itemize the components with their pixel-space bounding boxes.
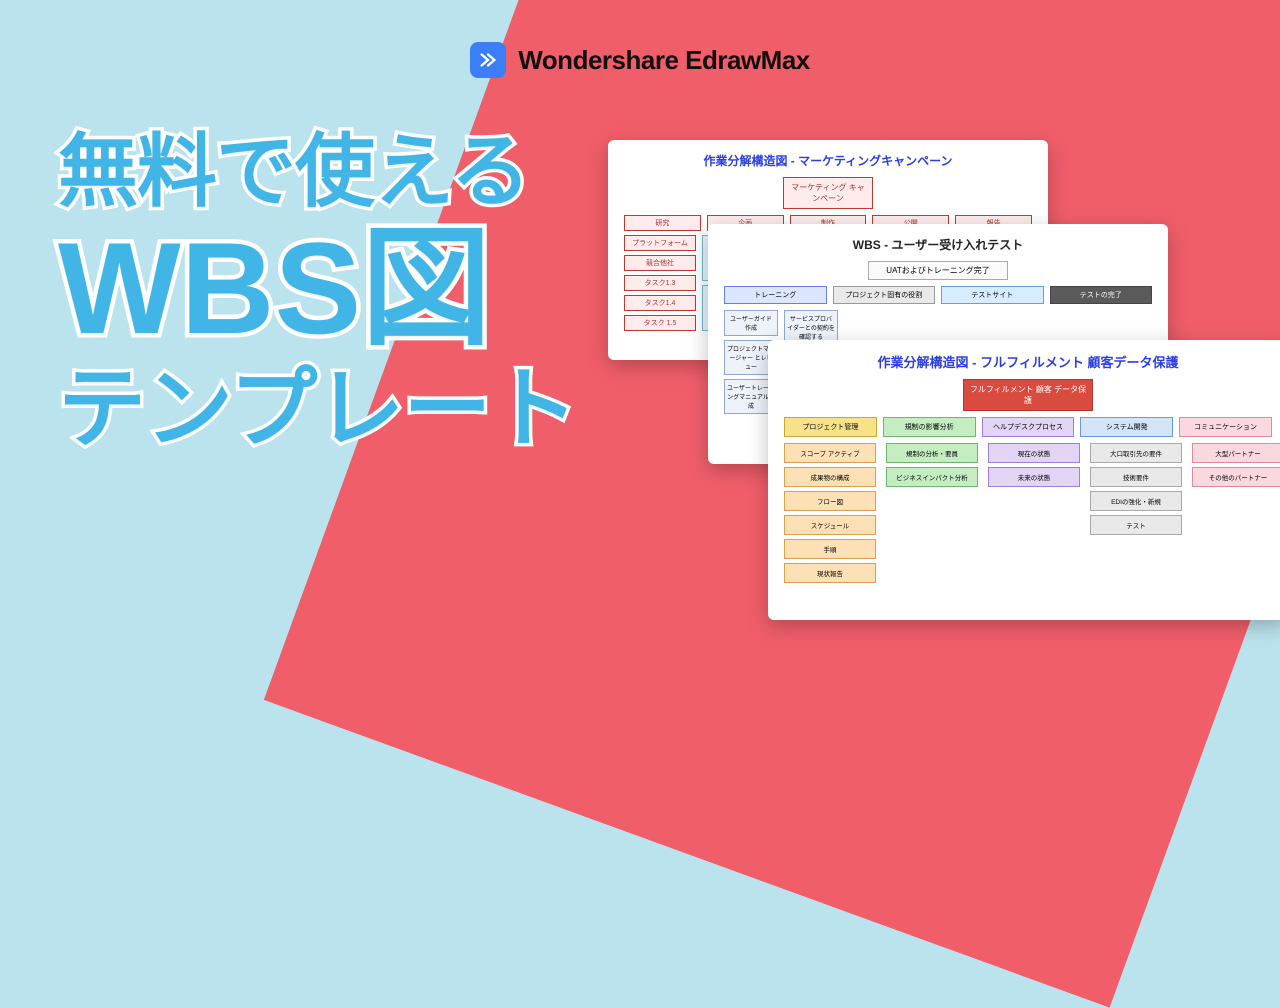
wbs-node: 未来の状態 [988, 467, 1080, 487]
wbs-node: プロジェクト固有の役割 [833, 286, 936, 304]
wbs-node: タスク1.4 [624, 295, 696, 311]
headline-line-1: 無料で使える [58, 130, 577, 214]
wbs-node: 大型パートナー [1192, 443, 1280, 463]
wbs-node: システム開発 [1080, 417, 1173, 437]
template-card-fulfillment: 作業分解構造図 - フルフィルメント 顧客データ保護 フルフィルメント 顧客 デ… [768, 340, 1280, 620]
wbs-node: ヘルプデスクプロセス [982, 417, 1075, 437]
wbs-node: ユーザーガイド 作成 [724, 310, 778, 336]
headline-line-2: WBS図 [58, 220, 577, 357]
wbs-node: スケジュール [784, 515, 876, 535]
headline: 無料で使える WBS図 テンプレート [58, 130, 577, 455]
wbs-node: テストサイト [941, 286, 1044, 304]
wbs-node: 現在の状態 [988, 443, 1080, 463]
wbs-node: タスク 1.5 [624, 315, 696, 331]
headline-line-3: テンプレート [58, 363, 577, 455]
wbs-root: フルフィルメント 顧客 データ保護 [963, 379, 1093, 411]
wbs-node: 手順 [784, 539, 876, 559]
wbs-node: プロジェクト管理 [784, 417, 877, 437]
wbs-node: EDIの強化・新規 [1090, 491, 1182, 511]
wbs-node: フロー図 [784, 491, 876, 511]
wbs-columns: スコープ アクティブ 成果物の構成 フロー図 スケジュール 手順 現状報告 規制… [784, 443, 1272, 583]
wbs-node: 研究 [624, 215, 701, 231]
card-title: 作業分解構造図 - マーケティングキャンペーン [624, 152, 1032, 169]
wbs-node: テスト [1090, 515, 1182, 535]
wbs-node: 規制の分析・要員 [886, 443, 978, 463]
card-title: WBS - ユーザー受け入れテスト [724, 236, 1152, 253]
brand-header: Wondershare EdrawMax [0, 42, 1280, 78]
wbs-node: その他のパートナー [1192, 467, 1280, 487]
wbs-node: 成果物の構成 [784, 467, 876, 487]
brand-logo-icon [470, 42, 506, 78]
wbs-root: マーケティング キャンペーン [783, 177, 873, 209]
wbs-node: トレーニング [724, 286, 827, 304]
wbs-node: コミュニケーション [1179, 417, 1272, 437]
wbs-node: 現状報告 [784, 563, 876, 583]
wbs-node: プラットフォーム [624, 235, 696, 251]
wbs-level1-row: プロジェクト管理 規制の影響分析 ヘルプデスクプロセス システム開発 コミュニケ… [784, 417, 1272, 437]
wbs-node: テストの完了 [1050, 286, 1153, 304]
wbs-node: 規制の影響分析 [883, 417, 976, 437]
wbs-root: UATおよびトレーニング完了 [868, 261, 1008, 280]
wbs-node: スコープ アクティブ [784, 443, 876, 463]
wbs-node: 技術要件 [1090, 467, 1182, 487]
wbs-left-column: プラットフォーム 競合他社 タスク1.3 タスク1.4 タスク 1.5 [624, 235, 696, 331]
wbs-node: タスク1.3 [624, 275, 696, 291]
wbs-node: ビジネスインパクト分析 [886, 467, 978, 487]
wbs-level1-row: トレーニング プロジェクト固有の役割 テストサイト テストの完了 [724, 286, 1152, 304]
brand-name: Wondershare EdrawMax [518, 45, 810, 76]
wbs-node: 競合他社 [624, 255, 696, 271]
wbs-node: 大口取引先の要件 [1090, 443, 1182, 463]
card-title: 作業分解構造図 - フルフィルメント 顧客データ保護 [784, 352, 1272, 371]
